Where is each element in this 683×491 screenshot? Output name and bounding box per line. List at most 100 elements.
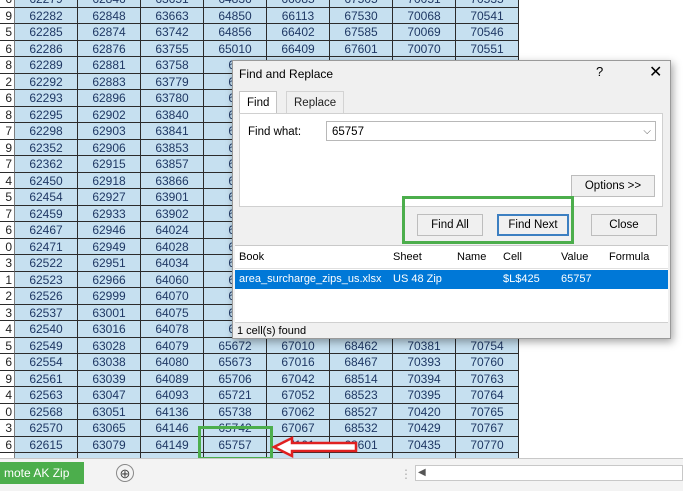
col-value[interactable]: Value — [561, 251, 588, 263]
scroll-left-icon[interactable]: ◀ — [418, 466, 426, 480]
sheet-tab-active[interactable]: mote AK Zip — [0, 462, 84, 484]
grid-cell[interactable]: 70763 — [456, 370, 519, 387]
grid-cell[interactable]: 62570 — [15, 420, 78, 437]
grid-cell[interactable]: 62549 — [15, 337, 78, 354]
add-sheet-icon[interactable]: ⊕ — [116, 464, 134, 482]
grid-cell[interactable]: 70429 — [393, 420, 456, 437]
row-header[interactable]: 6 — [0, 40, 15, 57]
grid-cell[interactable]: 62927 — [78, 189, 141, 206]
close-button[interactable]: Close — [591, 214, 657, 236]
grid-cell[interactable]: 62848 — [78, 7, 141, 24]
grid-cell[interactable]: 62615 — [15, 436, 78, 453]
horizontal-scrollbar[interactable]: ◀ — [415, 465, 683, 481]
col-formula[interactable]: Formula — [609, 251, 649, 263]
grid-cell[interactable]: 70069 — [393, 24, 456, 41]
grid-cell[interactable]: 63079 — [78, 436, 141, 453]
grid-cell[interactable]: 64078 — [141, 321, 204, 338]
row-header[interactable]: 4 — [0, 172, 15, 189]
grid-cell[interactable]: 65721 — [204, 387, 267, 404]
row-header[interactable]: 8 — [0, 106, 15, 123]
grid-cell[interactable]: 67067 — [267, 420, 330, 437]
grid-cell[interactable]: 68532 — [330, 420, 393, 437]
grid-cell[interactable]: 63038 — [78, 354, 141, 371]
grid-cell[interactable]: 63758 — [141, 57, 204, 74]
grid-cell[interactable]: 62450 — [15, 172, 78, 189]
grid-cell[interactable]: 64850 — [204, 7, 267, 24]
grid-cell[interactable]: 67010 — [267, 337, 330, 354]
result-row[interactable]: area_surcharge_zips_us.xlsx US 48 Zip $L… — [235, 270, 668, 289]
grid-cell[interactable]: 62876 — [78, 40, 141, 57]
row-header[interactable]: 7 — [0, 156, 15, 173]
options-button[interactable]: Options >> — [571, 175, 655, 197]
grid-cell[interactable]: 64024 — [141, 222, 204, 239]
grid-cell[interactable]: 64075 — [141, 304, 204, 321]
grid-cell[interactable]: 70765 — [456, 403, 519, 420]
find-next-button[interactable]: Find Next — [497, 214, 569, 236]
grid-cell[interactable]: 70381 — [393, 337, 456, 354]
grid-cell[interactable]: 63051 — [78, 403, 141, 420]
grid-cell[interactable]: 63840 — [141, 106, 204, 123]
grid-cell[interactable]: 64028 — [141, 238, 204, 255]
grid-cell[interactable]: 62454 — [15, 189, 78, 206]
grid-cell[interactable]: 62362 — [15, 156, 78, 173]
grid-cell[interactable]: 62966 — [78, 271, 141, 288]
grid-cell[interactable]: 66409 — [267, 40, 330, 57]
grid-cell[interactable]: 63742 — [141, 24, 204, 41]
grid-cell[interactable]: 62467 — [15, 222, 78, 239]
grid-cell[interactable]: 62874 — [78, 24, 141, 41]
grid-cell[interactable]: 62279 — [15, 0, 78, 8]
grid-cell[interactable]: 70420 — [393, 403, 456, 420]
grid-cell[interactable]: 62915 — [78, 156, 141, 173]
grid-cell[interactable]: 70760 — [456, 354, 519, 371]
grid-cell[interactable]: 70393 — [393, 354, 456, 371]
row-header[interactable]: 5 — [0, 189, 15, 206]
row-header[interactable]: 3 — [0, 255, 15, 272]
grid-cell[interactable]: 70435 — [393, 436, 456, 453]
grid-cell[interactable]: 63028 — [78, 337, 141, 354]
grid-cell[interactable]: 70051 — [393, 0, 456, 8]
row-header[interactable]: 6 — [0, 436, 15, 453]
grid-cell[interactable]: 64070 — [141, 288, 204, 305]
grid-cell[interactable]: 63780 — [141, 90, 204, 107]
grid-cell[interactable]: 68527 — [330, 403, 393, 420]
grid-cell[interactable]: 67530 — [330, 7, 393, 24]
grid-cell[interactable]: 62352 — [15, 139, 78, 156]
grid-cell[interactable]: 70764 — [456, 387, 519, 404]
grid-cell[interactable]: 70767 — [456, 420, 519, 437]
grid-cell[interactable]: 62846 — [78, 0, 141, 8]
grid-cell[interactable]: 63841 — [141, 123, 204, 140]
close-icon[interactable]: ✕ — [649, 62, 662, 82]
row-header[interactable]: 5 — [0, 24, 15, 41]
grid-cell[interactable]: 62292 — [15, 73, 78, 90]
grid-cell[interactable]: 63001 — [78, 304, 141, 321]
grid-cell[interactable]: 62906 — [78, 139, 141, 156]
grid-cell[interactable]: 63039 — [78, 370, 141, 387]
grid-cell[interactable]: 62522 — [15, 255, 78, 272]
grid-cell[interactable]: 64089 — [141, 370, 204, 387]
grid-cell[interactable]: 62563 — [15, 387, 78, 404]
grid-cell[interactable]: 65738 — [204, 403, 267, 420]
row-header[interactable]: 0 — [0, 403, 15, 420]
grid-cell[interactable]: 63901 — [141, 189, 204, 206]
grid-cell[interactable]: 63663 — [141, 7, 204, 24]
grid-cell[interactable]: 65706 — [204, 370, 267, 387]
grid-cell[interactable]: 66113 — [267, 7, 330, 24]
find-what-input[interactable]: 65757 ⌵ — [326, 121, 656, 141]
grid-cell[interactable]: 66402 — [267, 24, 330, 41]
grid-cell[interactable]: 70754 — [456, 337, 519, 354]
grid-cell[interactable]: 62896 — [78, 90, 141, 107]
grid-cell[interactable]: 63755 — [141, 40, 204, 57]
grid-cell[interactable]: 62554 — [15, 354, 78, 371]
row-header[interactable]: 6 — [0, 354, 15, 371]
grid-cell[interactable]: 62999 — [78, 288, 141, 305]
grid-cell[interactable]: 63016 — [78, 321, 141, 338]
grid-cell[interactable]: 70770 — [456, 436, 519, 453]
grid-cell[interactable]: 70395 — [393, 387, 456, 404]
grid-cell[interactable]: 67016 — [267, 354, 330, 371]
row-header[interactable]: 2 — [0, 73, 15, 90]
grid-cell[interactable]: 62918 — [78, 172, 141, 189]
row-header[interactable]: 6 — [0, 90, 15, 107]
grid-cell[interactable]: 64136 — [141, 403, 204, 420]
row-header[interactable]: 9 — [0, 370, 15, 387]
tab-replace[interactable]: Replace — [286, 91, 345, 113]
